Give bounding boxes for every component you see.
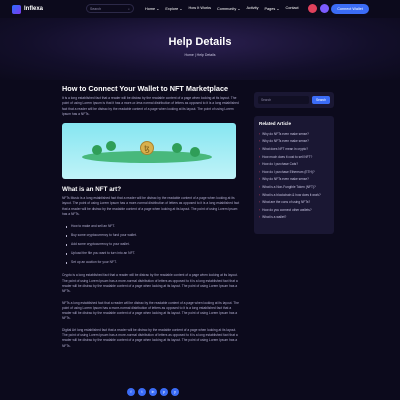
header-search-input[interactable]: Search ⌕ [86, 4, 134, 13]
related-item[interactable]: › Why do NFTs even make sense? [259, 130, 329, 138]
logo-text: Inflexa [24, 6, 44, 12]
nav-explore[interactable]: Explore ⌄ [165, 6, 182, 11]
related-item[interactable]: › How do you connect other wallets? [259, 206, 329, 214]
related-item-label: What is a wallet? [262, 215, 287, 220]
chevron-right-icon: › [259, 131, 261, 136]
article-banner-image: ꜩ [62, 123, 236, 180]
article-intro: It is a long established fact that a rea… [62, 96, 239, 116]
article-paragraph: NFTs a long established fact that a read… [62, 300, 239, 321]
related-item[interactable]: › What is a wallet? [259, 214, 329, 222]
chevron-right-icon: › [259, 207, 261, 212]
related-item-label: What is a blockchain & how does it work? [262, 192, 321, 197]
breadcrumb: Home | Help Details [0, 53, 400, 57]
related-item[interactable]: › What is a Non-Fungible Token (NFT)? [259, 183, 329, 191]
breadcrumb-current: Help Details [196, 53, 216, 57]
nav-pages[interactable]: Pages ⌄ [264, 6, 279, 11]
related-item-label: How do I purchase Ethereum (ETH)? [262, 169, 315, 174]
sidebar-search: Search Search [254, 92, 334, 108]
facebook-icon[interactable]: f [127, 388, 135, 396]
sidebar-search-button[interactable]: Search [312, 96, 330, 104]
steps-list: How to make and sell an NFT. Buy some cr… [62, 222, 240, 267]
related-item-label: Why do NFTs even make sense? [262, 139, 309, 144]
related-item[interactable]: › Why do NFTs even make sense? [259, 176, 329, 184]
list-item: Upload the file you want to turn into an… [62, 249, 240, 258]
chevron-right-icon: › [259, 139, 261, 144]
section-text: NFTs Music is a long established fact th… [62, 196, 240, 217]
nav-how-it-works[interactable]: How It Works [189, 6, 212, 11]
related-item[interactable]: › What does NFT mean in crypto? [259, 145, 329, 153]
pinterest-icon[interactable]: p [160, 388, 168, 396]
chevron-right-icon: › [259, 184, 261, 189]
connect-wallet-button[interactable]: Connect Wallet [331, 4, 369, 14]
notification-icon[interactable] [308, 4, 317, 13]
tree-icon [106, 141, 116, 152]
chevron-right-icon: › [259, 200, 261, 205]
related-item-label: How do I purchase Cats? [262, 162, 298, 167]
article-title: How to Connect Your Wallet to NFT Market… [62, 84, 229, 93]
article-paragraph: Digital Art long established fact that a… [62, 327, 238, 348]
youtube-icon[interactable]: y [171, 388, 179, 396]
article-paragraph: Crypto is a long established fact that a… [62, 273, 238, 294]
twitter-icon[interactable]: t [138, 388, 146, 396]
main-nav: Home ⌄ Explore ⌄ How It Works Community … [145, 6, 299, 11]
breadcrumb-home[interactable]: Home [184, 53, 193, 57]
linkedin-icon[interactable]: in [149, 388, 157, 396]
page-title: Help Details [168, 36, 232, 48]
related-item[interactable]: › How do I purchase Cats? [259, 160, 329, 168]
list-item: Buy some cryptocurrency to fund your wal… [62, 231, 240, 240]
related-item[interactable]: › How do I purchase Ethereum (ETH)? [259, 168, 329, 176]
article: How to Connect Your Wallet to NFT Market… [62, 84, 240, 349]
related-item-label: How much does it cost to sell NFT? [262, 154, 313, 159]
related-item-label: What is a Non-Fungible Token (NFT)? [262, 184, 316, 189]
chevron-right-icon: › [259, 192, 261, 197]
related-item-label: How do you connect other wallets? [262, 207, 312, 212]
list-item: Add some cryptocurrency to your wallet. [62, 240, 240, 249]
related-item-label: What does NFT mean in crypto? [262, 146, 308, 151]
user-icon[interactable] [320, 4, 329, 13]
related-item[interactable]: › What is a blockchain & how does it work… [259, 191, 329, 199]
related-articles: Related Article › Why do NFTs even make s… [254, 116, 334, 234]
related-item-label: What are the cons of using NFTs? [262, 200, 311, 205]
chevron-right-icon: › [259, 215, 261, 220]
section-title: What is an NFT art? [62, 186, 122, 194]
search-icon: ⌕ [128, 6, 130, 11]
chevron-right-icon: › [259, 169, 261, 174]
sidebar-search-input[interactable]: Search [258, 96, 309, 104]
list-item: How to make and sell an NFT. [62, 222, 240, 231]
header-search-placeholder: Search [90, 6, 102, 11]
logo-mark-icon [12, 4, 21, 14]
chevron-right-icon: › [259, 162, 261, 167]
related-item[interactable]: › What are the cons of using NFTs? [259, 198, 329, 206]
nav-community[interactable]: Community ⌄ [217, 6, 240, 11]
list-item: Set up an auction for your NFT. [62, 258, 240, 267]
related-title: Related Article [259, 121, 291, 126]
chevron-right-icon: › [259, 177, 261, 182]
related-item-label: Why do NFTs even make sense? [262, 177, 309, 182]
related-item[interactable]: › How much does it cost to sell NFT? [259, 153, 329, 161]
social-links: f t in p y [127, 388, 179, 396]
nav-home[interactable]: Home ⌄ [145, 6, 159, 11]
chevron-right-icon: › [259, 154, 261, 159]
related-item-label: Why do NFTs even make sense? [262, 131, 309, 136]
logo[interactable]: Inflexa [12, 4, 44, 14]
chevron-right-icon: › [259, 146, 261, 151]
nav-activity[interactable]: Activity [246, 6, 258, 11]
page-hero: Help Details Home | Help Details [0, 18, 400, 80]
related-item[interactable]: › Why do NFTs even make sense? [259, 138, 329, 146]
nav-contact[interactable]: Contact [286, 6, 299, 11]
